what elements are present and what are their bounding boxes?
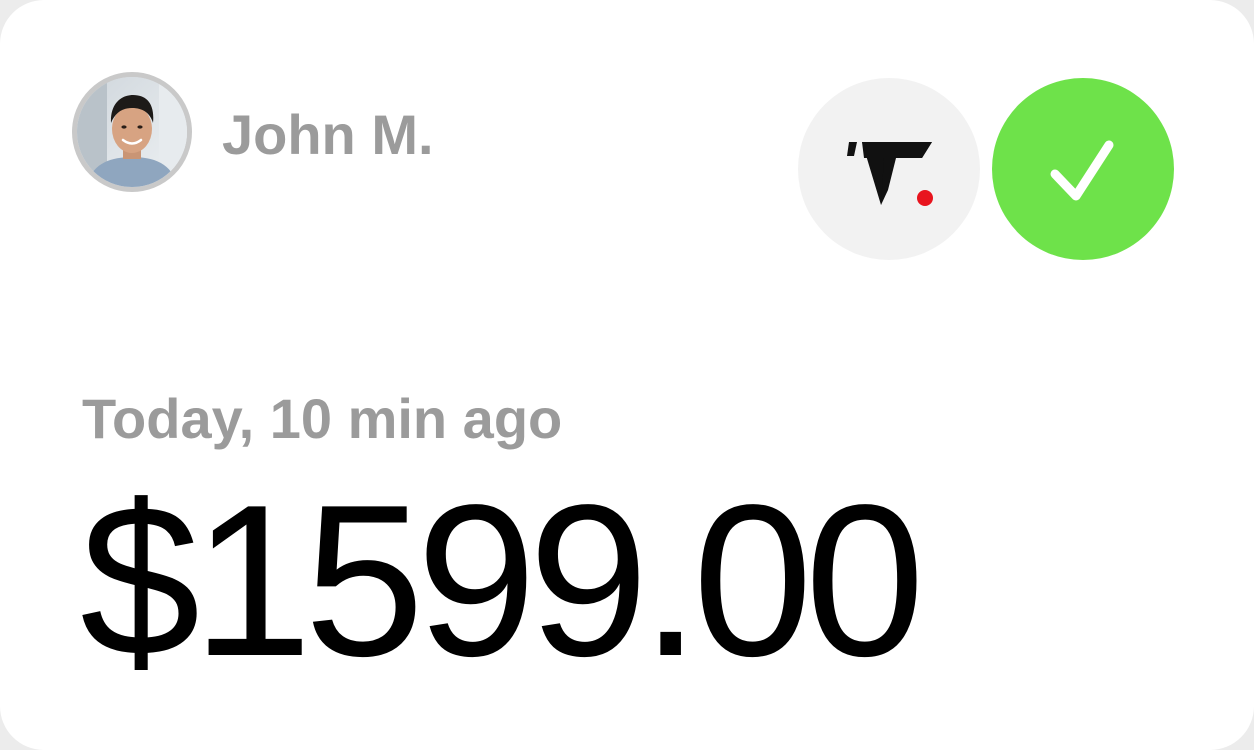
- avatar: [72, 72, 192, 192]
- transaction-card[interactable]: John M. Today, 10 min ago $1599.00: [0, 0, 1254, 750]
- merchant-badge[interactable]: [798, 78, 980, 260]
- user-name: John M.: [222, 103, 434, 166]
- brand-logo-icon: [847, 142, 933, 206]
- transaction-timestamp: Today, 10 min ago: [82, 387, 563, 450]
- user-photo-icon: [77, 77, 187, 187]
- checkmark-icon: [992, 78, 1174, 260]
- transaction-amount: $1599.00: [80, 459, 925, 701]
- status-badge: [992, 78, 1174, 260]
